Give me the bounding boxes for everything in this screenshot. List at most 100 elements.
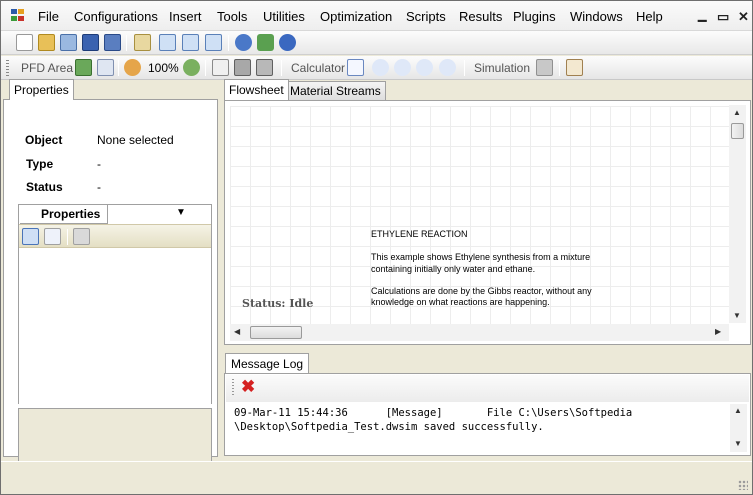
flowsheet-panel: ETHYLENE REACTION This example shows Eth… bbox=[224, 100, 751, 345]
tab-message-log[interactable]: Message Log bbox=[225, 353, 310, 374]
stop-icon[interactable] bbox=[372, 59, 389, 76]
message-log-toolbar: ✖ bbox=[226, 375, 749, 402]
tab-material-streams[interactable]: Material Streams bbox=[285, 81, 386, 100]
tab-flowsheet[interactable]: Flowsheet bbox=[224, 79, 289, 100]
menu-configurations[interactable]: Configurations bbox=[74, 9, 158, 24]
property-grid-tab[interactable]: Properties bbox=[20, 205, 108, 224]
image-icon[interactable] bbox=[75, 59, 92, 76]
zoom-level: 100% bbox=[148, 61, 179, 75]
save-icon[interactable] bbox=[82, 34, 99, 51]
main-toolbar bbox=[1, 31, 752, 55]
restore-button[interactable]: ▭ bbox=[717, 9, 729, 25]
property-list[interactable] bbox=[19, 248, 211, 404]
scroll-right-icon[interactable]: ▶ bbox=[715, 327, 721, 336]
flowsheet-description-line: knowledge on what reactions are happenin… bbox=[371, 297, 550, 307]
menu-file[interactable]: File bbox=[38, 9, 59, 24]
properties-box: Object None selected Type - Status - Pro… bbox=[3, 99, 218, 480]
zoom-in-icon[interactable] bbox=[183, 59, 200, 76]
property-pages-icon[interactable] bbox=[73, 228, 90, 245]
print-preview-icon[interactable] bbox=[256, 59, 273, 76]
eject-icon[interactable] bbox=[439, 59, 456, 76]
toolbar-separator bbox=[281, 60, 282, 76]
scroll-left-icon[interactable]: ◀ bbox=[234, 327, 240, 336]
menu-utilities[interactable]: Utilities bbox=[263, 9, 305, 24]
zoom-out-icon[interactable] bbox=[124, 59, 141, 76]
horizontal-scrollbar[interactable]: ◀ ▶ bbox=[230, 324, 729, 341]
object-label: Object bbox=[25, 133, 63, 147]
flowsheet-description-line: This example shows Ethylene synthesis fr… bbox=[371, 252, 591, 262]
pause-icon[interactable] bbox=[416, 59, 433, 76]
scroll-up-icon[interactable]: ▲ bbox=[734, 406, 742, 415]
categorized-icon[interactable] bbox=[22, 228, 39, 245]
menu-tools[interactable]: Tools bbox=[217, 9, 247, 24]
simulation-label: Simulation bbox=[474, 61, 531, 75]
calculator-label: Calculator bbox=[291, 61, 346, 75]
toolbar-separator bbox=[228, 35, 229, 51]
cascade-windows-icon[interactable] bbox=[159, 34, 176, 51]
vertical-scrollbar[interactable]: ▲ ▼ bbox=[730, 404, 747, 452]
open-folder-icon[interactable] bbox=[38, 34, 55, 51]
clear-log-icon[interactable]: ✖ bbox=[241, 377, 255, 397]
export-image-icon[interactable] bbox=[212, 59, 229, 76]
toolbar-grip[interactable] bbox=[6, 60, 9, 76]
close-button[interactable]: ✕ bbox=[738, 9, 749, 25]
save-all-icon[interactable] bbox=[104, 34, 121, 51]
cube-icon[interactable] bbox=[536, 59, 553, 76]
app-icon[interactable] bbox=[11, 9, 26, 22]
pfd-area-label: PFD Area bbox=[21, 61, 74, 75]
menu-optimization[interactable]: Optimization bbox=[320, 9, 392, 24]
open-samples-icon[interactable] bbox=[60, 34, 77, 51]
property-grid-toolbar bbox=[19, 224, 211, 248]
status-value: - bbox=[97, 180, 101, 194]
recycle-icon[interactable] bbox=[257, 34, 274, 51]
toolbar-separator bbox=[126, 35, 127, 51]
toolbar-separator bbox=[464, 60, 465, 76]
scroll-down-icon[interactable]: ▼ bbox=[734, 439, 742, 448]
menu-windows[interactable]: Windows bbox=[570, 9, 623, 24]
menu-insert[interactable]: Insert bbox=[169, 9, 202, 24]
type-value: - bbox=[97, 157, 101, 171]
play-button[interactable] bbox=[347, 59, 364, 76]
tile-vertical-icon[interactable] bbox=[205, 34, 222, 51]
simulation-status: Status: Idle bbox=[242, 297, 314, 310]
toolbar-separator bbox=[118, 60, 119, 76]
text-icon[interactable] bbox=[97, 59, 114, 76]
new-file-icon[interactable] bbox=[16, 34, 33, 51]
toolbar-separator bbox=[559, 60, 560, 76]
minimize-button[interactable]: ▁ bbox=[698, 9, 706, 22]
menu-plugins[interactable]: Plugins bbox=[513, 9, 556, 24]
flowsheet-canvas[interactable]: ETHYLENE REACTION This example shows Eth… bbox=[230, 106, 730, 324]
chevron-down-icon[interactable]: ▼ bbox=[176, 207, 186, 218]
flowsheet-toolbar: PFD Area 100% Calculator Simulation bbox=[1, 56, 752, 80]
log-line: \Desktop\Softpedia_Test.dwsim saved succ… bbox=[234, 421, 544, 433]
scroll-thumb[interactable] bbox=[250, 326, 302, 339]
resize-grip[interactable] bbox=[738, 480, 748, 490]
status-bar bbox=[1, 461, 752, 494]
menu-help[interactable]: Help bbox=[636, 9, 663, 24]
vertical-scrollbar[interactable]: ▲ ▼ bbox=[729, 105, 746, 323]
tab-properties[interactable]: Properties bbox=[9, 79, 74, 100]
message-log-panel: ✖ 09-Mar-11 15:44:36 [Message] File C:\U… bbox=[224, 373, 751, 456]
print-icon[interactable] bbox=[234, 59, 251, 76]
tile-horizontal-icon[interactable] bbox=[182, 34, 199, 51]
step-icon[interactable] bbox=[394, 59, 411, 76]
edit-icon[interactable] bbox=[134, 34, 151, 51]
notes-icon[interactable] bbox=[566, 59, 583, 76]
help-icon[interactable] bbox=[235, 34, 252, 51]
menu-results[interactable]: Results bbox=[459, 9, 502, 24]
scroll-up-icon[interactable]: ▲ bbox=[733, 108, 741, 117]
toolbar-grip[interactable] bbox=[232, 379, 234, 395]
scroll-down-icon[interactable]: ▼ bbox=[733, 311, 741, 320]
scroll-thumb[interactable] bbox=[731, 123, 744, 139]
object-value: None selected bbox=[97, 133, 174, 147]
toolbar-separator bbox=[67, 229, 68, 245]
info-icon[interactable] bbox=[279, 34, 296, 51]
menu-bar: File Configurations Insert Tools Utiliti… bbox=[1, 1, 752, 31]
flowsheet-description-line: Calculations are done by the Gibbs react… bbox=[371, 286, 592, 296]
property-grid: Properties ▼ bbox=[18, 204, 212, 404]
flowsheet-description-line: containing initially only water and etha… bbox=[371, 264, 536, 274]
sort-alpha-icon[interactable] bbox=[44, 228, 61, 245]
properties-panel: Properties Object None selected Type - S… bbox=[3, 79, 218, 480]
menu-scripts[interactable]: Scripts bbox=[406, 9, 446, 24]
toolbar-separator bbox=[205, 60, 206, 76]
